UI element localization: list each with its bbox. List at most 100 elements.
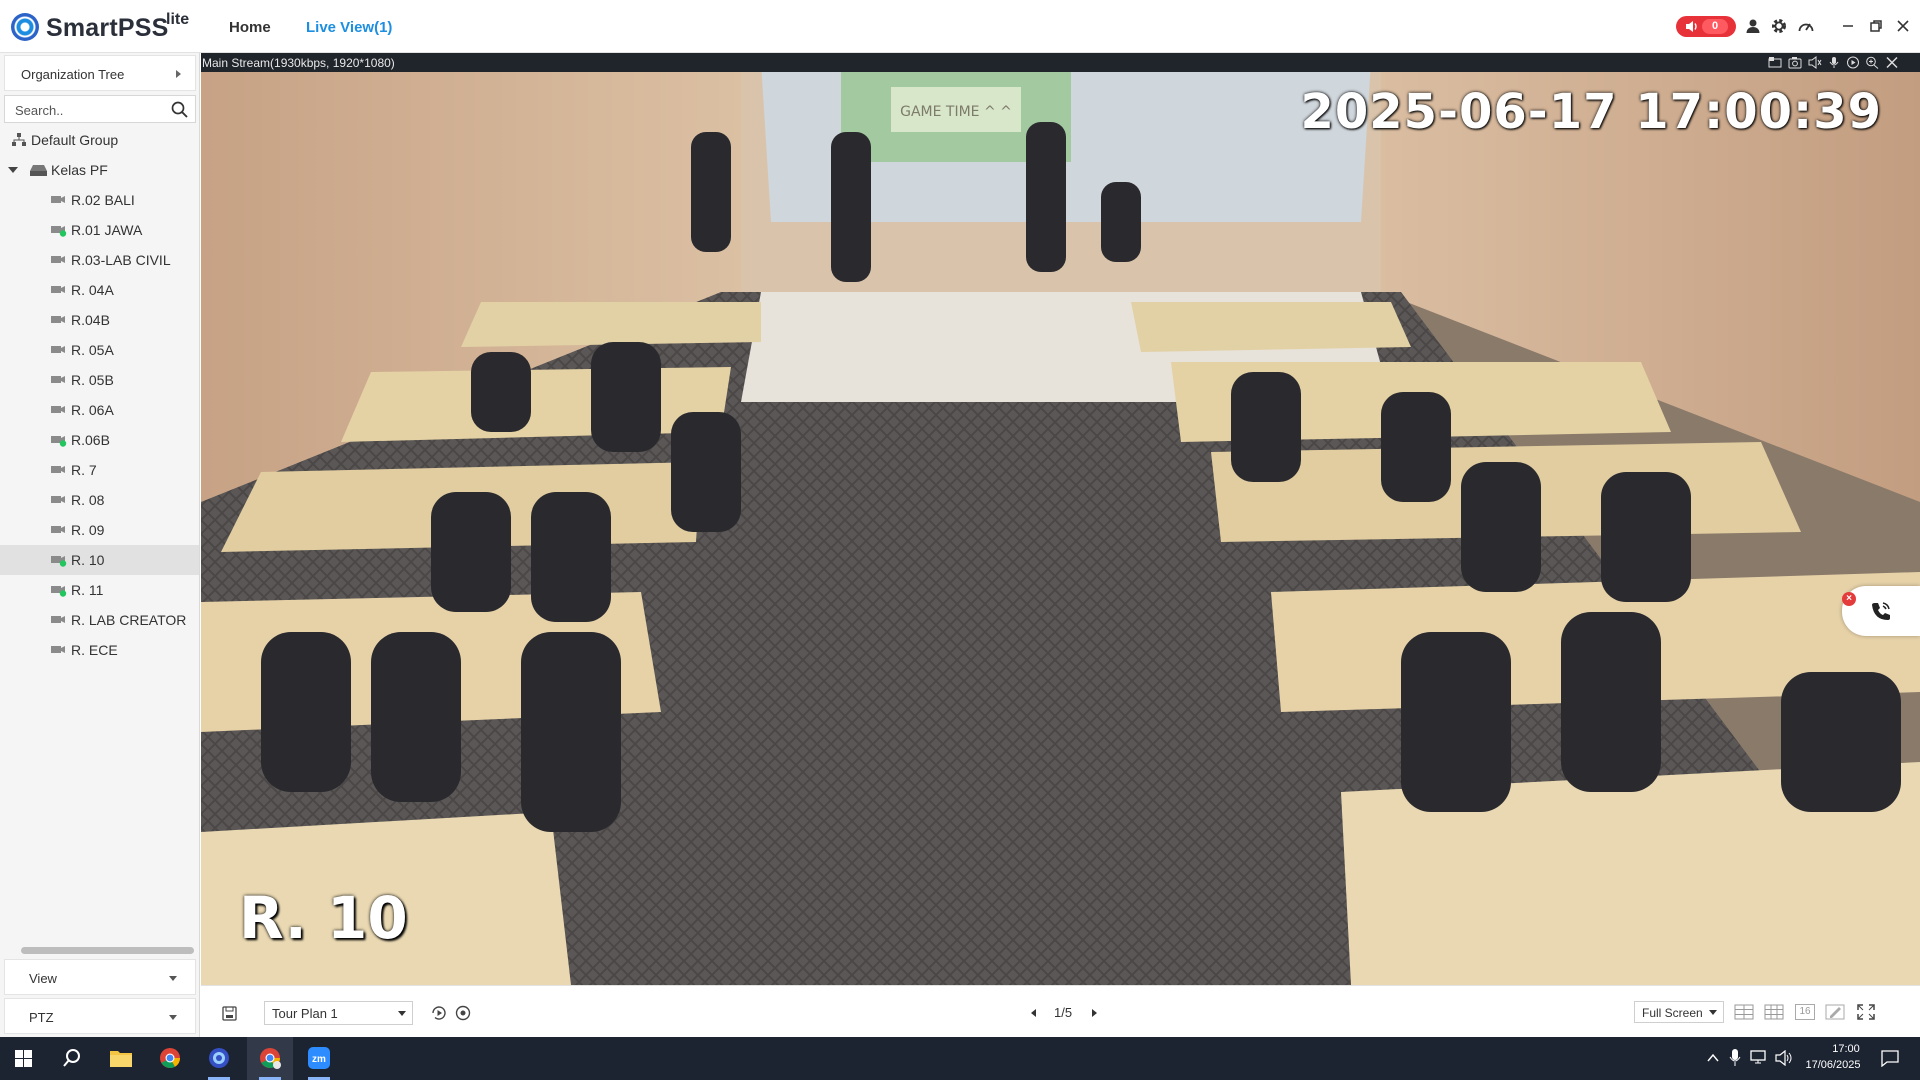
- ptz-panel-toggle[interactable]: PTZ: [4, 998, 196, 1034]
- channel-label: R. 06A: [71, 402, 114, 418]
- tour-plan-value: Tour Plan 1: [272, 1006, 338, 1021]
- start-button[interactable]: [0, 1037, 46, 1080]
- view-panel-label: View: [29, 971, 57, 986]
- restore-icon[interactable]: [1866, 16, 1886, 36]
- close-icon[interactable]: [1893, 16, 1913, 36]
- channel-item[interactable]: R.01 JAWA: [0, 215, 199, 245]
- call-widget-close-icon[interactable]: ×: [1842, 592, 1856, 606]
- close-stream-icon[interactable]: [1885, 56, 1899, 69]
- alarm-count: 0: [1702, 19, 1728, 34]
- tour-settings-icon[interactable]: [454, 1004, 472, 1022]
- bottom-toolbar: Tour Plan 1 1/5 Full Screen 16: [201, 985, 1920, 1037]
- taskbar-search[interactable]: [49, 1037, 95, 1080]
- channel-label: R. 05B: [71, 372, 114, 388]
- channel-item[interactable]: R. ECE: [0, 635, 199, 665]
- tour-plan-select[interactable]: Tour Plan 1: [264, 1001, 413, 1025]
- alarm-button[interactable]: 0: [1676, 16, 1736, 37]
- sidebar: Organization Tree Default Group Kelas PF…: [0, 53, 200, 1037]
- window-fit-icon[interactable]: [1768, 56, 1782, 69]
- taskbar-chrome-profile[interactable]: [247, 1037, 293, 1080]
- page-prev-icon[interactable]: [1031, 1009, 1036, 1017]
- search-input[interactable]: [15, 100, 165, 120]
- volume-icon[interactable]: [1775, 1050, 1793, 1066]
- live-video[interactable]: GAME TIME ^ ^ 2025-06-17 17:00:39 R. 10: [201, 72, 1920, 985]
- channel-item[interactable]: R.06B: [0, 425, 199, 455]
- organization-tree-title: Organization Tree: [21, 67, 125, 82]
- show-hidden-icons-icon[interactable]: [1707, 1053, 1719, 1063]
- nvr-device-icon: [30, 165, 47, 176]
- chevron-down-icon: [1709, 1010, 1717, 1015]
- stream-info: Main Stream(1930kbps, 1920*1080): [202, 56, 395, 70]
- channel-item[interactable]: R. 7: [0, 455, 199, 485]
- organization-tree-header[interactable]: Organization Tree: [4, 55, 196, 91]
- windows-logo-icon: [15, 1050, 32, 1067]
- layout-16-button[interactable]: 16: [1795, 1004, 1815, 1020]
- camera-icon: [51, 286, 65, 293]
- tree-root-label: Default Group: [31, 132, 119, 148]
- audio-icon[interactable]: [1808, 56, 1822, 69]
- page-indicator: 1/5: [1054, 1005, 1073, 1020]
- taskbar-date[interactable]: 17/06/2025: [1803, 1059, 1863, 1071]
- smartpss-icon: [209, 1048, 229, 1068]
- screen-mode-select[interactable]: Full Screen: [1634, 1001, 1724, 1023]
- svg-text:zm: zm: [312, 1054, 326, 1065]
- snapshot-icon[interactable]: [1788, 56, 1802, 69]
- taskbar-zoom[interactable]: zm: [296, 1037, 342, 1080]
- tab-home[interactable]: Home: [229, 19, 271, 36]
- channel-item[interactable]: R. 04A: [0, 275, 199, 305]
- search-icon[interactable]: [171, 101, 188, 118]
- custom-layout-icon[interactable]: [1825, 1004, 1845, 1020]
- page-next-icon[interactable]: [1092, 1009, 1097, 1017]
- search-icon: [63, 1049, 80, 1067]
- taskbar-chrome[interactable]: [147, 1037, 193, 1080]
- taskbar-smartpss[interactable]: [196, 1037, 242, 1080]
- channel-item[interactable]: R. 06A: [0, 395, 199, 425]
- camera-icon: [51, 466, 65, 473]
- minimize-icon[interactable]: [1838, 16, 1858, 36]
- network-icon[interactable]: [1750, 1050, 1768, 1066]
- speaker-icon: [1686, 21, 1697, 32]
- windows-taskbar: zm 17:00 17/06/2025: [0, 1037, 1920, 1080]
- tab-live-view[interactable]: Live View(1): [306, 19, 392, 36]
- performance-icon[interactable]: [1797, 17, 1815, 35]
- channel-item[interactable]: R.04B: [0, 305, 199, 335]
- screen-mode-value: Full Screen: [1642, 1006, 1703, 1020]
- channel-item[interactable]: R. 05A: [0, 335, 199, 365]
- zoom-icon[interactable]: [1865, 56, 1879, 69]
- camera-icon: [51, 556, 67, 567]
- channel-item[interactable]: R.02 BALI: [0, 185, 199, 215]
- sidebar-scrollbar[interactable]: [21, 947, 194, 954]
- osd-timestamp: 2025-06-17 17:00:39: [1300, 84, 1882, 140]
- channel-label: R.02 BALI: [71, 192, 135, 208]
- gear-icon[interactable]: [1770, 17, 1788, 35]
- fullscreen-icon[interactable]: [1856, 1004, 1876, 1020]
- org-structure-icon: [12, 133, 26, 146]
- channel-label: R. ECE: [71, 642, 118, 658]
- channel-item[interactable]: R. 10: [0, 545, 199, 575]
- ptz-panel-label: PTZ: [29, 1010, 54, 1025]
- tree-root-default-group[interactable]: Default Group: [0, 125, 199, 155]
- taskbar-file-explorer[interactable]: [98, 1037, 144, 1080]
- save-view-icon[interactable]: [222, 1006, 237, 1021]
- channel-item[interactable]: R. 05B: [0, 365, 199, 395]
- channel-item[interactable]: R.03-LAB CIVIL: [0, 245, 199, 275]
- channel-item[interactable]: R. 09: [0, 515, 199, 545]
- layout-4-icon[interactable]: [1734, 1004, 1754, 1020]
- channel-item[interactable]: R. 08: [0, 485, 199, 515]
- chevron-right-icon: [176, 70, 181, 78]
- camera-icon: [51, 316, 65, 323]
- tour-start-icon[interactable]: [430, 1004, 448, 1022]
- user-icon[interactable]: [1744, 17, 1762, 35]
- taskbar-time[interactable]: 17:00: [1820, 1043, 1872, 1055]
- microphone-tray-icon[interactable]: [1729, 1049, 1741, 1067]
- record-icon[interactable]: [1846, 56, 1860, 69]
- camera-icon: [51, 496, 65, 503]
- microphone-icon[interactable]: [1827, 56, 1841, 69]
- layout-9-icon[interactable]: [1764, 1004, 1784, 1020]
- caret-down-icon[interactable]: [8, 167, 18, 173]
- view-panel-toggle[interactable]: View: [4, 959, 196, 995]
- channel-item[interactable]: R. 11: [0, 575, 199, 605]
- notification-icon[interactable]: [1881, 1050, 1899, 1067]
- channel-item[interactable]: R. LAB CREATOR: [0, 605, 199, 635]
- tree-device-kelas-pf[interactable]: Kelas PF: [0, 155, 199, 185]
